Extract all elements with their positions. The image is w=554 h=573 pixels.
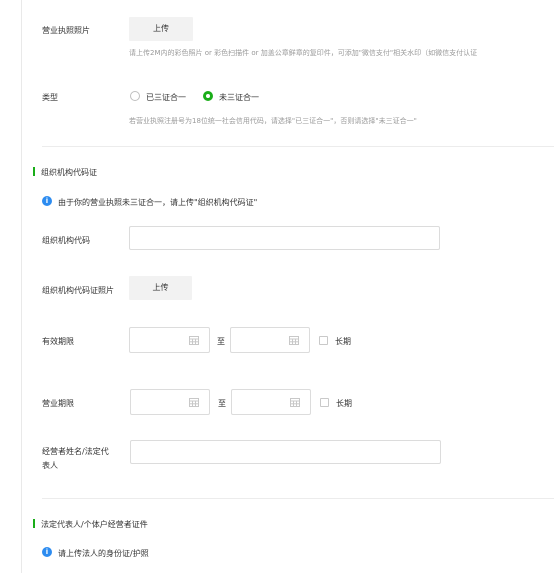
business-term-to-label: 至 xyxy=(218,399,226,408)
org-long-term-checkbox[interactable] xyxy=(319,336,328,345)
operator-label-line2: 表人 xyxy=(42,461,58,470)
org-code-input[interactable] xyxy=(129,226,440,250)
org-validity-label: 有效期限 xyxy=(42,337,74,346)
info-icon: i xyxy=(42,196,52,206)
radio-option-not-merged-label[interactable]: 未三证合一 xyxy=(219,92,259,103)
org-validity-to-label: 至 xyxy=(217,337,225,346)
org-long-term-label[interactable]: 长期 xyxy=(335,336,351,347)
license-photo-label: 营业执照照片 xyxy=(42,26,90,35)
left-border xyxy=(21,0,22,573)
calendar-icon xyxy=(189,336,199,345)
radio-option-not-merged[interactable] xyxy=(203,91,213,101)
operator-name-input[interactable] xyxy=(130,440,441,464)
org-info-text: 由于你的营业执照未三证合一，请上传"组织机构代码证" xyxy=(58,198,258,207)
license-upload-button[interactable]: 上传 xyxy=(129,17,193,41)
calendar-icon xyxy=(189,398,199,407)
section-accent-bar xyxy=(33,519,35,528)
legal-info-text: 请上传法人的身份证/护照 xyxy=(58,549,149,558)
section-divider xyxy=(42,498,554,499)
business-term-start-input[interactable] xyxy=(130,389,210,415)
org-upload-button[interactable]: 上传 xyxy=(129,276,192,300)
org-validity-start-input[interactable] xyxy=(129,327,210,353)
legal-section-title: 法定代表人/个体户经营者证件 xyxy=(41,520,148,529)
business-term-end-input[interactable] xyxy=(231,389,311,415)
radio-option-merged[interactable] xyxy=(130,91,140,101)
type-hint: 若营业执照注册号为18位统一社会信用代码，请选择"已三证合一"，否则请选择"未三… xyxy=(129,117,417,125)
type-label: 类型 xyxy=(42,93,58,102)
calendar-icon xyxy=(289,336,299,345)
info-icon: i xyxy=(42,547,52,557)
business-long-term-checkbox[interactable] xyxy=(320,398,329,407)
calendar-icon xyxy=(290,398,300,407)
org-validity-end-input[interactable] xyxy=(230,327,310,353)
radio-option-merged-label[interactable]: 已三证合一 xyxy=(146,92,186,103)
org-section-title: 组织机构代码证 xyxy=(41,168,97,177)
business-long-term-label[interactable]: 长期 xyxy=(336,398,352,409)
license-photo-hint: 请上传2M内的彩色照片 or 彩色扫描件 or 加盖公章鲜章的复印件，可添加"微… xyxy=(129,49,478,57)
org-photo-label: 组织机构代码证照片 xyxy=(42,286,114,295)
operator-label-line1: 经营者姓名/法定代 xyxy=(42,447,109,456)
business-term-label: 营业期限 xyxy=(42,399,74,408)
section-accent-bar xyxy=(33,167,35,176)
org-code-label: 组织机构代码 xyxy=(42,236,90,245)
section-divider xyxy=(42,146,554,147)
